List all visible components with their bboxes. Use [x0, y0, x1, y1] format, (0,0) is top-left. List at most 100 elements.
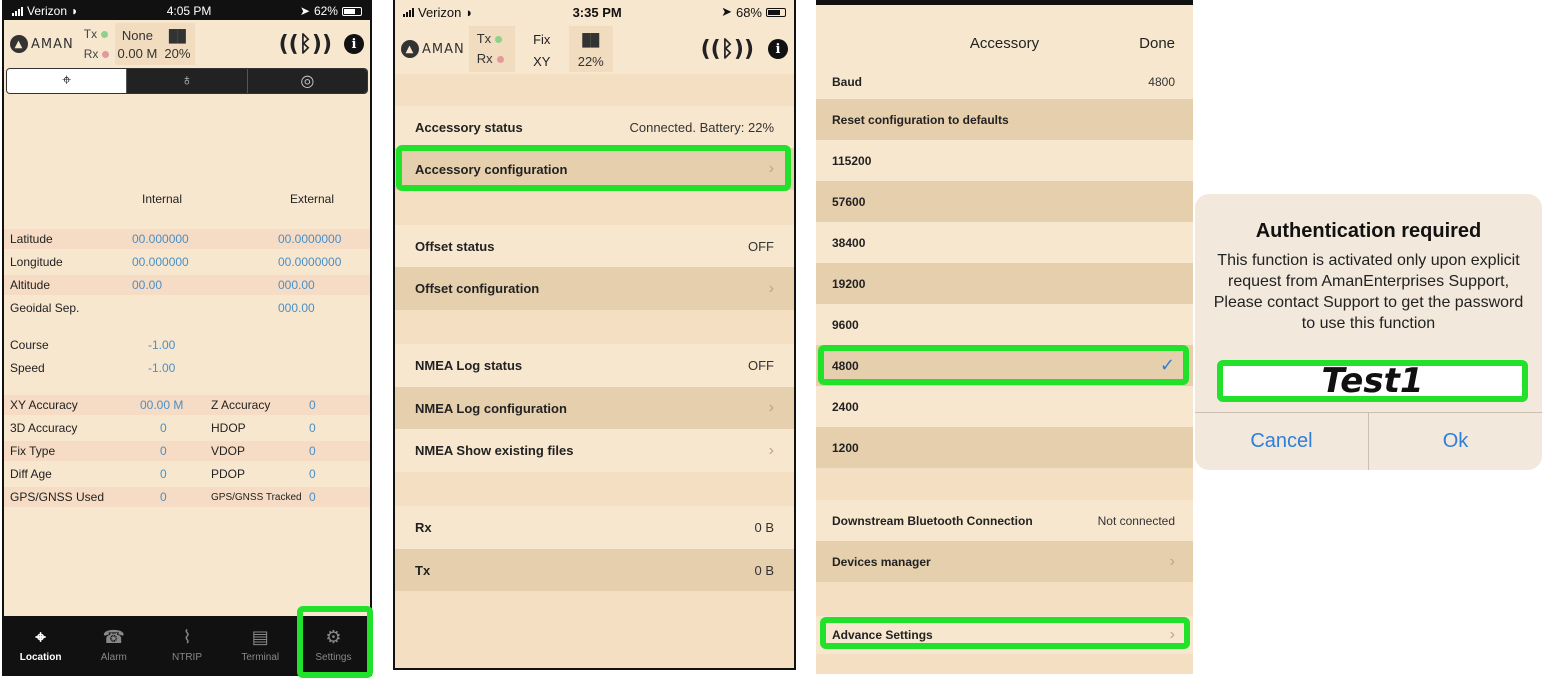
- baud-option-label: 57600: [832, 194, 866, 209]
- row-label: 3D Accuracy: [10, 421, 78, 435]
- screen-accessory: Accessory Done Baud 4800 Reset configurat…: [816, 0, 1193, 674]
- signal-icon: [12, 6, 23, 16]
- wifi-icon: ◗: [71, 4, 79, 18]
- cancel-button[interactable]: Cancel: [1195, 413, 1368, 470]
- external-value: 000.00: [278, 278, 315, 292]
- reset-defaults-row[interactable]: Reset configuration to defaults: [816, 99, 1193, 140]
- baud-4800-highlight: [818, 345, 1189, 385]
- mountain-icon: ▲: [10, 35, 28, 53]
- nmea-log-status-row: NMEA Log status OFF: [395, 344, 794, 387]
- tab-location[interactable]: ⌖ Location: [4, 616, 77, 674]
- time-label: 3:35 PM: [572, 4, 622, 20]
- row-label: Altitude: [10, 278, 51, 292]
- nmea-log-status-value: OFF: [748, 358, 774, 373]
- row-label-secondary: HDOP: [211, 421, 246, 435]
- external-value: 00.0000000: [278, 255, 342, 269]
- external-value: 000.00: [278, 301, 315, 315]
- bluetooth-icon[interactable]: ((ᛒ)): [701, 37, 754, 62]
- baud-option-label: 2400: [832, 399, 859, 414]
- baud-option-1200[interactable]: 1200: [816, 427, 1193, 468]
- password-value: Test1: [1321, 361, 1424, 401]
- baud-value: 4800: [1148, 75, 1175, 89]
- tab-satellite[interactable]: ♁: [126, 69, 247, 93]
- row-label-secondary: Z Accuracy: [211, 398, 271, 412]
- external-header: External: [290, 192, 335, 206]
- tab-globe[interactable]: ◎: [246, 69, 367, 93]
- offset-configuration-row[interactable]: Offset configuration ›: [395, 267, 794, 310]
- downstream-status-value: Not connected: [1097, 513, 1175, 528]
- nmea-show-files-row[interactable]: NMEA Show existing files ›: [395, 429, 794, 472]
- baud-option-9600[interactable]: 9600: [816, 304, 1193, 345]
- table-row: Geoidal Sep. 000.00: [4, 298, 370, 318]
- app-header: ▲ AMAN Tx Rx Fix XY ██ 22% ((ᛒ)) i: [395, 24, 794, 74]
- row-value: -1.00: [148, 338, 176, 352]
- table-row: Latitude 00.000000 00.0000000: [4, 229, 370, 249]
- carrier-label: Verizon: [27, 4, 68, 18]
- table-row: XY Accuracy 00.00 M Z Accuracy 0: [4, 395, 370, 415]
- done-button[interactable]: Done: [1139, 35, 1175, 52]
- baud-row: Baud 4800: [816, 65, 1193, 99]
- dialog-title: Authentication required: [1255, 220, 1482, 242]
- tab-alarm[interactable]: ☎ Alarm: [77, 616, 150, 674]
- tx-led-icon: [101, 31, 109, 38]
- baud-option-57600[interactable]: 57600: [816, 181, 1193, 222]
- table-row: Course -1.00: [4, 335, 370, 355]
- distance-value: 0.00 M: [117, 46, 158, 61]
- device-battery-value: 20%: [164, 46, 191, 61]
- tx-label: Tx: [476, 31, 492, 46]
- chevron-right-icon: ›: [768, 441, 774, 459]
- device-battery-value: 22%: [577, 54, 604, 69]
- accessory-status-row: Accessory status Connected. Battery: 22%: [395, 106, 794, 148]
- tx-bytes-value: 0 B: [754, 562, 774, 578]
- nmea-log-configuration-row[interactable]: NMEA Log configuration ›: [395, 387, 794, 429]
- tab-terminal[interactable]: ▤ Terminal: [224, 616, 297, 674]
- row-value: -1.00: [148, 361, 176, 375]
- row-label: Course: [10, 338, 49, 352]
- devices-manager-row[interactable]: Devices manager ›: [816, 541, 1193, 582]
- fix-info-box: Fix XY: [515, 26, 569, 72]
- baud-option-label: 1200: [832, 440, 859, 455]
- row-label-secondary: GPS/GNSS Tracked: [211, 491, 302, 503]
- external-value: 00.0000000: [278, 232, 342, 246]
- row-label: Speed: [10, 361, 45, 375]
- baud-option-label: 38400: [832, 235, 866, 250]
- row-label: Diff Age: [10, 467, 52, 481]
- tab-ntrip[interactable]: ⌇ NTRIP: [150, 616, 223, 674]
- rx-label: Rx: [83, 47, 99, 61]
- table-row: Diff Age 0 PDOP 0: [4, 464, 370, 484]
- offset-status-value: OFF: [748, 238, 774, 254]
- row-value: 00.00 M: [140, 398, 184, 412]
- baud-option-38400[interactable]: 38400: [816, 222, 1193, 263]
- internal-value: 00.000000: [132, 255, 189, 269]
- baud-option-2400[interactable]: 2400: [816, 386, 1193, 427]
- password-field[interactable]: Test1: [1217, 360, 1528, 402]
- status-bar: Verizon ◗ 4:05 PM ➤ 62%: [4, 2, 370, 20]
- alarm-icon: ☎: [102, 627, 126, 647]
- table-row: Altitude 00.00 000.00: [4, 275, 370, 295]
- satellite-icon: ♁: [180, 72, 193, 89]
- baud-option-115200[interactable]: 115200: [816, 140, 1193, 181]
- aman-logo: ▲ AMAN: [401, 40, 465, 58]
- xy-label: XY: [533, 54, 551, 69]
- table-row: Speed -1.00: [4, 358, 370, 378]
- ok-button[interactable]: Ok: [1369, 413, 1542, 470]
- table-row: GPS/GNSS Used 0 GPS/GNSS Tracked 0: [4, 487, 370, 507]
- table-row: 3D Accuracy 0 HDOP 0: [4, 418, 370, 438]
- bluetooth-icon[interactable]: ((ᛒ)): [279, 32, 332, 57]
- rx-led-icon: [496, 56, 504, 63]
- info-icon[interactable]: i: [768, 39, 788, 59]
- carrier-label: Verizon: [418, 4, 462, 20]
- location-arrow-icon: ➤: [721, 4, 732, 19]
- table-row: Longitude 00.000000 00.0000000: [4, 252, 370, 272]
- baud-option-19200[interactable]: 19200: [816, 263, 1193, 304]
- offset-status-row: Offset status OFF: [395, 225, 794, 267]
- rx-led-icon: [102, 51, 110, 58]
- fix-label: Fix: [533, 32, 551, 47]
- view-tabs: ⌖ ♁ ◎: [6, 68, 368, 94]
- terminal-icon: ▤: [251, 627, 269, 647]
- info-icon[interactable]: i: [344, 34, 364, 54]
- location-arrow-icon: ➤: [299, 4, 310, 18]
- row-value-secondary: 0: [309, 490, 316, 504]
- aman-logo: ▲ AMAN: [10, 35, 74, 53]
- tab-position[interactable]: ⌖: [7, 69, 127, 93]
